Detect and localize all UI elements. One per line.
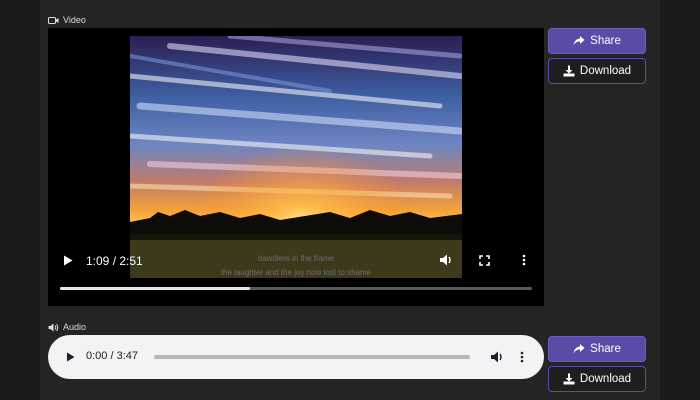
audio-section-title: Audio [63,322,87,332]
audio-share-label: Share [590,343,621,355]
audio-download-button[interactable]: Download [548,366,646,392]
video-share-button[interactable]: Share [548,28,646,54]
subtitle-line-2: the laughter and the joy now lost to sha… [220,268,372,277]
video-progress-bar[interactable] [60,287,532,290]
video-player[interactable]: 1:09 / 2:51 dawdlers in the frame the la… [48,28,544,306]
audio-download-label: Download [579,373,632,385]
audio-share-button[interactable]: Share [548,336,646,362]
video-camera-icon [48,16,59,25]
download-icon [563,65,575,77]
more-options-icon[interactable] [514,349,530,365]
video-download-label: Download [579,65,632,77]
subtitle-line-1: dawdlers in the frame [257,254,335,263]
audio-player[interactable]: 0:00 / 3:47 [48,335,544,379]
play-icon[interactable] [62,349,78,365]
share-icon [573,343,585,355]
audio-progress-bar[interactable] [154,355,470,359]
share-icon [573,35,585,47]
video-progress-fill [60,287,251,290]
speaker-icon [48,323,59,332]
video-section-label: Video [48,15,86,25]
download-icon [563,373,575,385]
video-frame [130,36,462,278]
video-share-label: Share [590,35,621,47]
volume-icon[interactable] [488,349,506,365]
video-controls: 1:09 / 2:51 dawdlers in the frame the la… [48,248,544,306]
video-download-button[interactable]: Download [548,58,646,84]
audio-section-label: Audio [48,322,86,332]
audio-time-display: 0:00 / 3:47 [86,350,138,362]
video-section-title: Video [63,15,86,25]
